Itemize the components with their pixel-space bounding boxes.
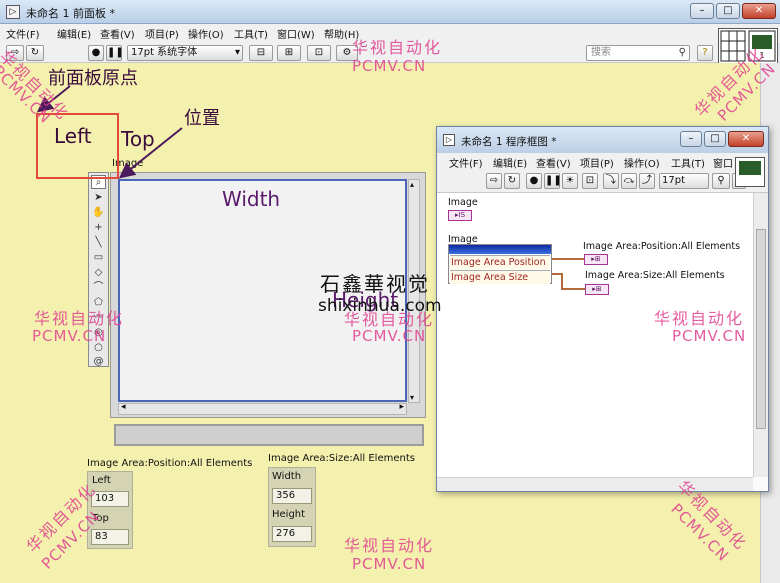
- watermark-en-4: PCMV.CN: [672, 327, 747, 345]
- watermark-en-5: PCMV.CN: [352, 555, 427, 573]
- watermark-cn-1: 华视自动化: [352, 38, 443, 57]
- position-arrow: [118, 127, 183, 179]
- site-logo: 石鑫華视觉: [320, 272, 430, 296]
- watermark-cn-5: 华视自动化: [344, 536, 435, 555]
- watermark-en-3: PCMV.CN: [352, 327, 427, 345]
- watermark-cn-4: 华视自动化: [654, 309, 745, 328]
- site-watermark: shixinhua.com: [318, 296, 442, 316]
- watermark-en-1: PCMV.CN: [352, 57, 427, 75]
- watermark-en-2: PCMV.CN: [32, 327, 107, 345]
- watermark-cn-2: 华视自动化: [34, 309, 125, 328]
